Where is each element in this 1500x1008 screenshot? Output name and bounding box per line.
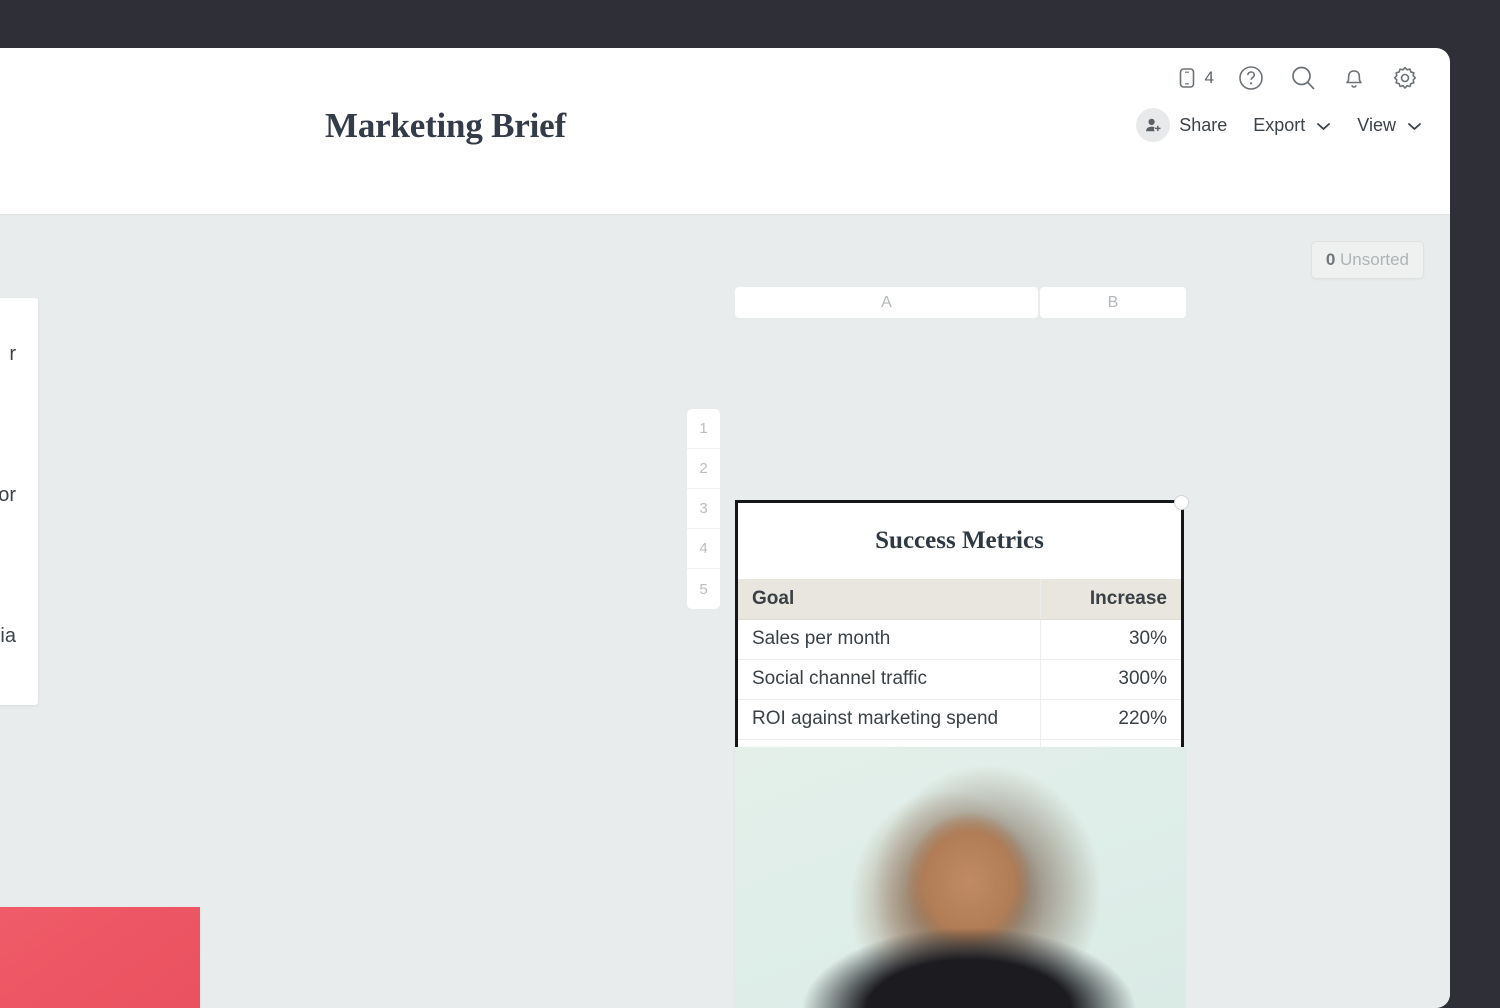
mobile-preview-count: 4 — [1205, 68, 1214, 88]
view-button[interactable]: View — [1357, 115, 1422, 136]
help-icon[interactable] — [1236, 63, 1266, 93]
cell-goal[interactable]: Social channel traffic — [738, 659, 1040, 699]
top-icon-strip: 4 — [1176, 58, 1420, 98]
share-button[interactable]: Share — [1136, 108, 1227, 142]
document-canvas[interactable]: 0 Unsorted r ns or edia A B 1 2 3 4 5 — [0, 215, 1450, 1008]
row-number-4[interactable]: 4 — [687, 529, 720, 569]
table-row[interactable]: Social channel traffic 300% — [738, 659, 1181, 699]
mobile-preview-button[interactable]: 4 — [1176, 66, 1214, 90]
chevron-down-icon — [1316, 115, 1331, 136]
share-label: Share — [1179, 115, 1227, 136]
page-title: Marketing Brief — [325, 106, 566, 146]
notifications-icon[interactable] — [1340, 63, 1368, 93]
export-button[interactable]: Export — [1253, 115, 1331, 136]
app-window: 4 — [0, 48, 1450, 1008]
left-card-line-1: r — [0, 340, 16, 369]
table-header-increase[interactable]: Increase — [1040, 579, 1181, 619]
table-header-goal[interactable]: Goal — [738, 579, 1040, 619]
chevron-down-icon — [1407, 115, 1422, 136]
add-person-icon — [1136, 108, 1170, 142]
unsorted-label: Unsorted — [1340, 250, 1409, 269]
row-number-5[interactable]: 5 — [687, 569, 720, 609]
portrait-photo[interactable] — [735, 747, 1185, 1008]
row-number-2[interactable]: 2 — [687, 449, 720, 489]
cell-increase[interactable]: 220% — [1040, 699, 1181, 739]
selection-handle[interactable] — [1174, 495, 1189, 510]
settings-icon[interactable] — [1390, 63, 1420, 93]
search-icon[interactable] — [1288, 63, 1318, 93]
unsorted-badge[interactable]: 0 Unsorted — [1311, 241, 1424, 279]
table-row[interactable]: Sales per month 30% — [738, 619, 1181, 659]
table-title: Success Metrics — [738, 503, 1181, 579]
export-label: Export — [1253, 115, 1305, 136]
cell-goal[interactable]: Sales per month — [738, 619, 1040, 659]
document-actions: Share Export View — [1136, 108, 1422, 142]
row-number-1[interactable]: 1 — [687, 409, 720, 449]
column-header-strip: A B — [735, 287, 1186, 318]
view-label: View — [1357, 115, 1396, 136]
row-number-gutter: 1 2 3 4 5 — [687, 409, 720, 609]
cell-increase[interactable]: 30% — [1040, 619, 1181, 659]
cell-increase[interactable]: 300% — [1040, 659, 1181, 699]
column-header-a[interactable]: A — [735, 287, 1038, 318]
screen: 4 — [0, 0, 1500, 1000]
left-card-line-2: ns or — [0, 481, 16, 510]
row-number-3[interactable]: 3 — [687, 489, 720, 529]
left-card-line-3: edia — [0, 622, 16, 651]
coral-photo[interactable] — [0, 907, 200, 1008]
unsorted-count: 0 — [1326, 250, 1335, 269]
table-header-row: Goal Increase — [738, 579, 1181, 619]
left-text-card[interactable]: r ns or edia — [0, 298, 38, 705]
cell-goal[interactable]: ROI against marketing spend — [738, 699, 1040, 739]
mobile-preview-icon — [1176, 66, 1198, 90]
table-row[interactable]: ROI against marketing spend 220% — [738, 699, 1181, 739]
column-header-b[interactable]: B — [1040, 287, 1186, 318]
titlebar: Marketing Brief Share Export — [0, 100, 1450, 166]
